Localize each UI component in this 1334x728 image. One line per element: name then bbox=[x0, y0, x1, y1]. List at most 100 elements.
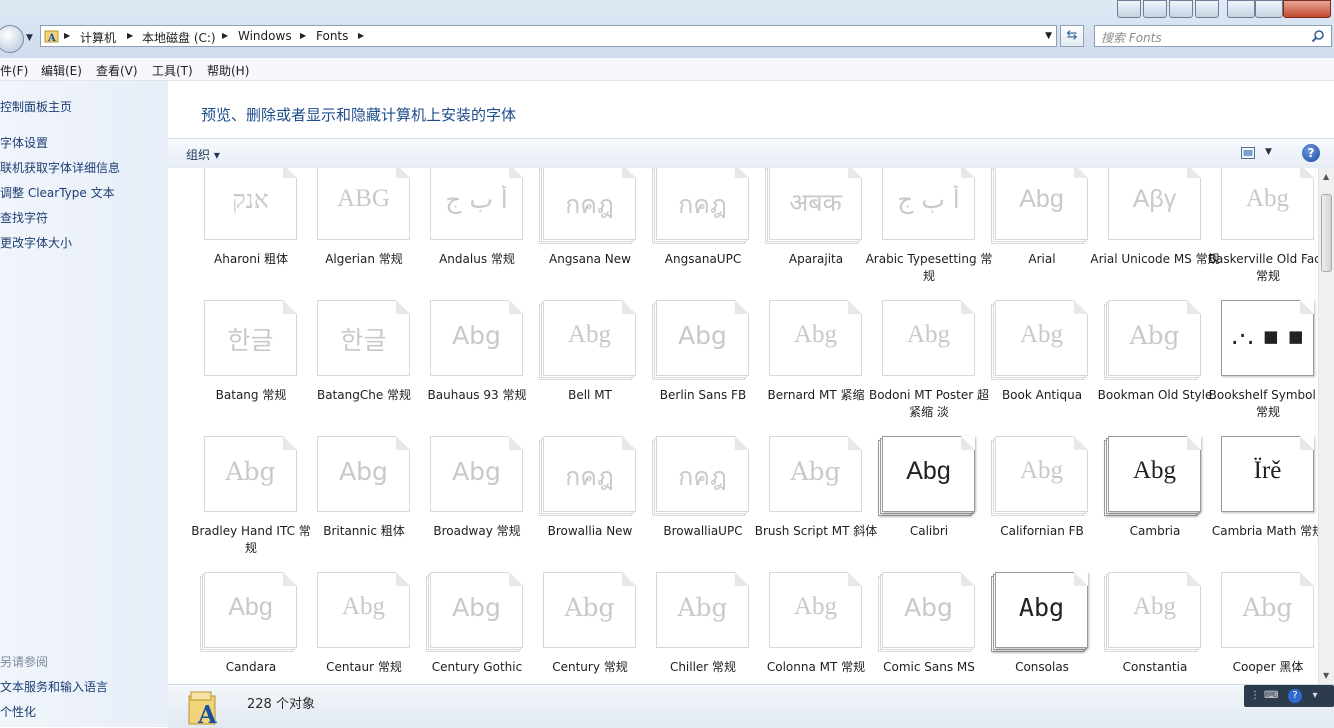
grip-icon[interactable]: ⋮ bbox=[1248, 689, 1262, 703]
page-front: अबक bbox=[769, 168, 862, 240]
font-item[interactable]: Abg Cooper 黑体 bbox=[1203, 572, 1314, 684]
search-icon[interactable] bbox=[1311, 29, 1325, 43]
font-item[interactable]: Abg Bell MT bbox=[525, 300, 636, 436]
font-item[interactable]: กคฎ AngsanaUPC bbox=[638, 168, 749, 300]
font-sample-text: Abg bbox=[228, 593, 273, 621]
scroll-down-icon[interactable]: ▼ bbox=[1323, 671, 1329, 680]
menu-edit[interactable]: 编辑(E) bbox=[41, 62, 82, 79]
font-item[interactable]: Abg Colonna MT 常规 bbox=[751, 572, 865, 684]
address-bar[interactable]: A ▶ 计算机 ▶ 本地磁盘 (C:) ▶ Windows ▶ Fonts ▶ … bbox=[40, 25, 1057, 47]
page-front: Abg bbox=[769, 300, 862, 376]
breadcrumb-windows[interactable]: Windows bbox=[238, 29, 292, 43]
vertical-scrollbar[interactable]: ▲ ▼ bbox=[1318, 168, 1334, 684]
menu-view[interactable]: 查看(V) bbox=[96, 62, 138, 79]
font-sample-text: أ ب ج bbox=[445, 185, 508, 214]
font-item[interactable]: Abg Constantia bbox=[1090, 572, 1201, 684]
link-control-panel-home[interactable]: 控制面板主页 bbox=[0, 98, 72, 115]
link-cleartype[interactable]: 调整 ClearType 文本 bbox=[0, 184, 115, 201]
address-history-dropdown-icon[interactable]: ▼ bbox=[1045, 31, 1052, 41]
breadcrumb-computer[interactable]: 计算机 bbox=[80, 29, 116, 46]
link-font-settings[interactable]: 字体设置 bbox=[0, 134, 48, 151]
maximize-button[interactable] bbox=[1255, 0, 1283, 18]
font-item[interactable]: Abg Calibri bbox=[864, 436, 975, 572]
font-item[interactable]: Abg Consolas bbox=[977, 572, 1088, 684]
menu-tools[interactable]: 工具(T) bbox=[152, 62, 193, 79]
font-item[interactable]: Abg Broadway 常规 bbox=[412, 436, 523, 572]
font-item[interactable]: Abg Book Antiqua bbox=[977, 300, 1088, 436]
font-item[interactable]: Abg Bradley Hand ITC 常规 bbox=[186, 436, 311, 572]
font-item[interactable]: Ïrě Cambria Math 常规 bbox=[1203, 436, 1319, 572]
breadcrumb-separator-icon[interactable]: ▶ bbox=[300, 31, 306, 40]
speaker-icon[interactable] bbox=[1169, 0, 1193, 18]
font-item[interactable]: Abg Century Gothic bbox=[412, 572, 523, 684]
link-text-services[interactable]: 文本服务和输入语言 bbox=[0, 678, 108, 695]
page-fold bbox=[622, 572, 636, 586]
menu-help[interactable]: 帮助(H) bbox=[207, 62, 249, 79]
breadcrumb-separator-icon[interactable]: ▶ bbox=[222, 31, 228, 40]
font-item[interactable]: Abg Arial bbox=[977, 168, 1088, 300]
link-change-font-size[interactable]: 更改字体大小 bbox=[0, 234, 72, 251]
font-item[interactable]: Abg Californian FB bbox=[977, 436, 1088, 572]
font-preview-icon: 한글 bbox=[317, 300, 412, 378]
font-item[interactable]: กคฎ Browallia New bbox=[525, 436, 636, 572]
search-input[interactable]: 搜索 Fonts bbox=[1094, 25, 1332, 47]
font-item[interactable]: Abg Comic Sans MS bbox=[864, 572, 975, 684]
scroll-up-icon[interactable]: ▲ bbox=[1323, 172, 1329, 181]
font-preview-icon: Αβγ bbox=[1108, 168, 1203, 242]
font-item[interactable]: Abg Britannic 粗体 bbox=[299, 436, 410, 572]
view-options-dropdown-icon[interactable]: ▼ bbox=[1265, 147, 1272, 157]
link-get-font-info[interactable]: 联机获取字体详细信息 bbox=[0, 159, 120, 176]
chevron-icon[interactable] bbox=[1117, 0, 1141, 18]
font-preview-icon: Abg bbox=[1221, 168, 1316, 242]
breadcrumb-fonts[interactable]: Fonts bbox=[316, 29, 348, 43]
font-item[interactable]: أ ب ج Arabic Typesetting 常规 bbox=[864, 168, 992, 300]
refresh-button[interactable]: ⇆ bbox=[1060, 25, 1084, 47]
breadcrumb-separator-icon[interactable]: ▶ bbox=[127, 31, 133, 40]
font-item[interactable]: אנק Aharoni 粗体 bbox=[186, 168, 297, 300]
minimize-button[interactable] bbox=[1227, 0, 1255, 18]
options-icon[interactable]: ▾ bbox=[1308, 689, 1322, 703]
font-item[interactable]: Abg Centaur 常规 bbox=[299, 572, 410, 684]
page-fold bbox=[1187, 300, 1201, 314]
back-button[interactable] bbox=[0, 25, 24, 53]
font-item[interactable]: Abg Bernard MT 紧缩 bbox=[751, 300, 864, 436]
font-item[interactable]: Abg Cambria bbox=[1090, 436, 1201, 572]
font-item[interactable]: Abg Century 常规 bbox=[525, 572, 636, 684]
font-item[interactable]: Αβγ Arial Unicode MS 常规 bbox=[1090, 168, 1220, 300]
font-item[interactable]: Abg Bookman Old Style bbox=[1090, 300, 1212, 436]
link-personalization[interactable]: 个性化 bbox=[0, 703, 36, 720]
font-item[interactable]: Abg Berlin Sans FB bbox=[638, 300, 749, 436]
close-button[interactable] bbox=[1283, 0, 1331, 18]
font-item[interactable]: Abg Baskerville Old Face 常规 bbox=[1203, 168, 1319, 300]
font-item[interactable]: 한글 Batang 常规 bbox=[186, 300, 297, 436]
page-front: Abg bbox=[769, 436, 862, 512]
font-item[interactable]: .·. ▪ ▪ Bookshelf Symbol 7 常规 bbox=[1203, 300, 1319, 436]
font-item[interactable]: Abg Chiller 常规 bbox=[638, 572, 749, 684]
breadcrumb-local-disk[interactable]: 本地磁盘 (C:) bbox=[142, 29, 216, 46]
font-item[interactable]: ABG Algerian 常规 bbox=[299, 168, 410, 300]
breadcrumb-separator-icon[interactable]: ▶ bbox=[358, 31, 364, 40]
font-item[interactable]: 한글 BatangChe 常规 bbox=[299, 300, 412, 436]
change-view-icon[interactable] bbox=[1241, 147, 1255, 159]
font-item[interactable]: กคฎ Angsana New bbox=[525, 168, 636, 300]
help-icon[interactable]: ? bbox=[1302, 144, 1320, 162]
organize-button[interactable]: 组织 ▾ bbox=[186, 146, 220, 163]
font-item[interactable]: अबक Aparajita bbox=[751, 168, 862, 300]
font-sample-text: Abg bbox=[1242, 593, 1293, 622]
menu-file[interactable]: 件(F) bbox=[0, 62, 28, 79]
font-sample-text: Abg bbox=[793, 321, 838, 348]
help-small-icon[interactable]: ? bbox=[1288, 689, 1302, 703]
recent-pages-dropdown-icon[interactable]: ▼ bbox=[26, 33, 33, 43]
page-fold bbox=[735, 572, 749, 586]
font-item[interactable]: กคฎ BrowalliaUPC bbox=[638, 436, 749, 572]
keyboard-icon[interactable] bbox=[1143, 0, 1167, 18]
keyboard-icon[interactable]: ⌨ bbox=[1264, 689, 1278, 703]
scrollbar-thumb[interactable] bbox=[1321, 194, 1332, 272]
close-small-icon[interactable] bbox=[1195, 0, 1219, 18]
font-item[interactable]: أ ب ج Andalus 常规 bbox=[412, 168, 523, 300]
font-item[interactable]: Abg Brush Script MT 斜体 bbox=[751, 436, 877, 572]
font-item[interactable]: Abg Bodoni MT Poster 超紧缩 淡 bbox=[864, 300, 989, 436]
link-find-character[interactable]: 查找字符 bbox=[0, 209, 48, 226]
font-item[interactable]: Abg Candara bbox=[186, 572, 297, 684]
font-item[interactable]: Abg Bauhaus 93 常规 bbox=[412, 300, 526, 436]
